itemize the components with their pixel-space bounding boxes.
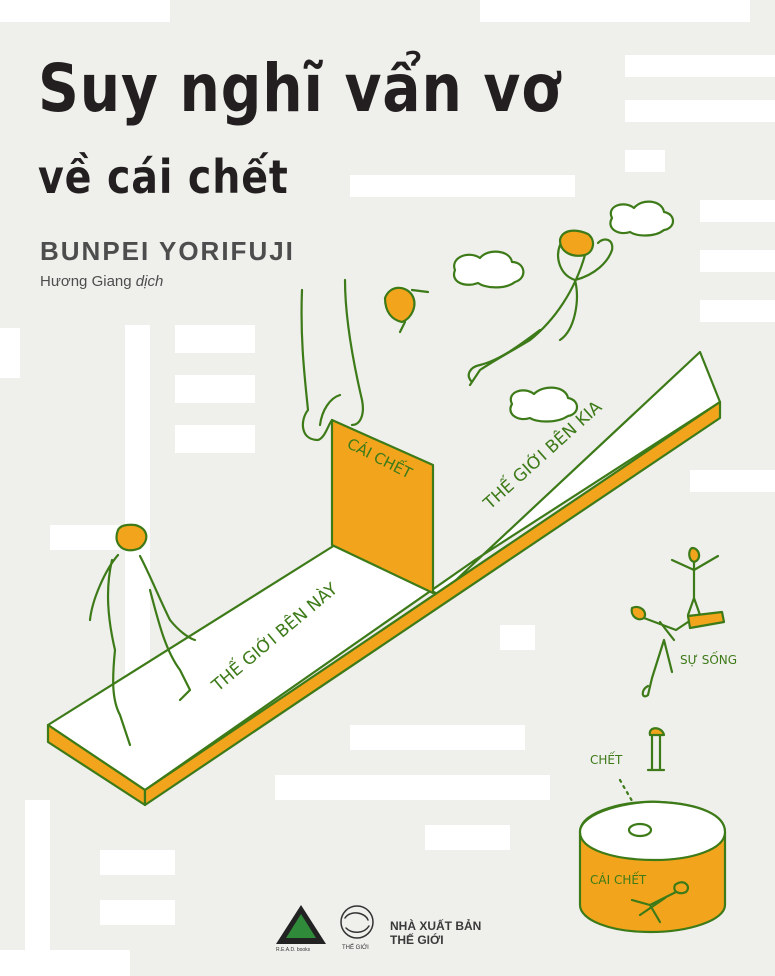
pool-hole (627, 822, 653, 838)
cloud (609, 200, 675, 237)
publisher-name: NHÀ XUẤT BẢN THẾ GIỚI (390, 919, 481, 947)
life-label: SỰ SỐNG (680, 651, 737, 667)
publisher-line-2: THẾ GIỚI (390, 933, 444, 947)
pool-death-label: CÁI CHẾT (590, 871, 647, 887)
plank-side (143, 400, 722, 807)
hand (300, 278, 364, 442)
bird (383, 286, 430, 334)
dead-label: CHẾT (590, 751, 623, 767)
publisher-line-1: NHÀ XUẤT BẢN (390, 919, 482, 933)
read-books-label: R.E.A.D. books (276, 947, 311, 953)
plank-top (46, 350, 722, 792)
cover-illustration: CÁI CHẾT THẾ GIỚI BÊN NÀY THẾ GIỚI BÊN K… (46, 200, 737, 944)
cloud (452, 250, 525, 289)
pool-top (578, 800, 727, 862)
cloud (509, 386, 579, 423)
thegioi-logo (340, 905, 374, 939)
thegioi-logo-label: THẾ GIỚI (342, 945, 369, 951)
